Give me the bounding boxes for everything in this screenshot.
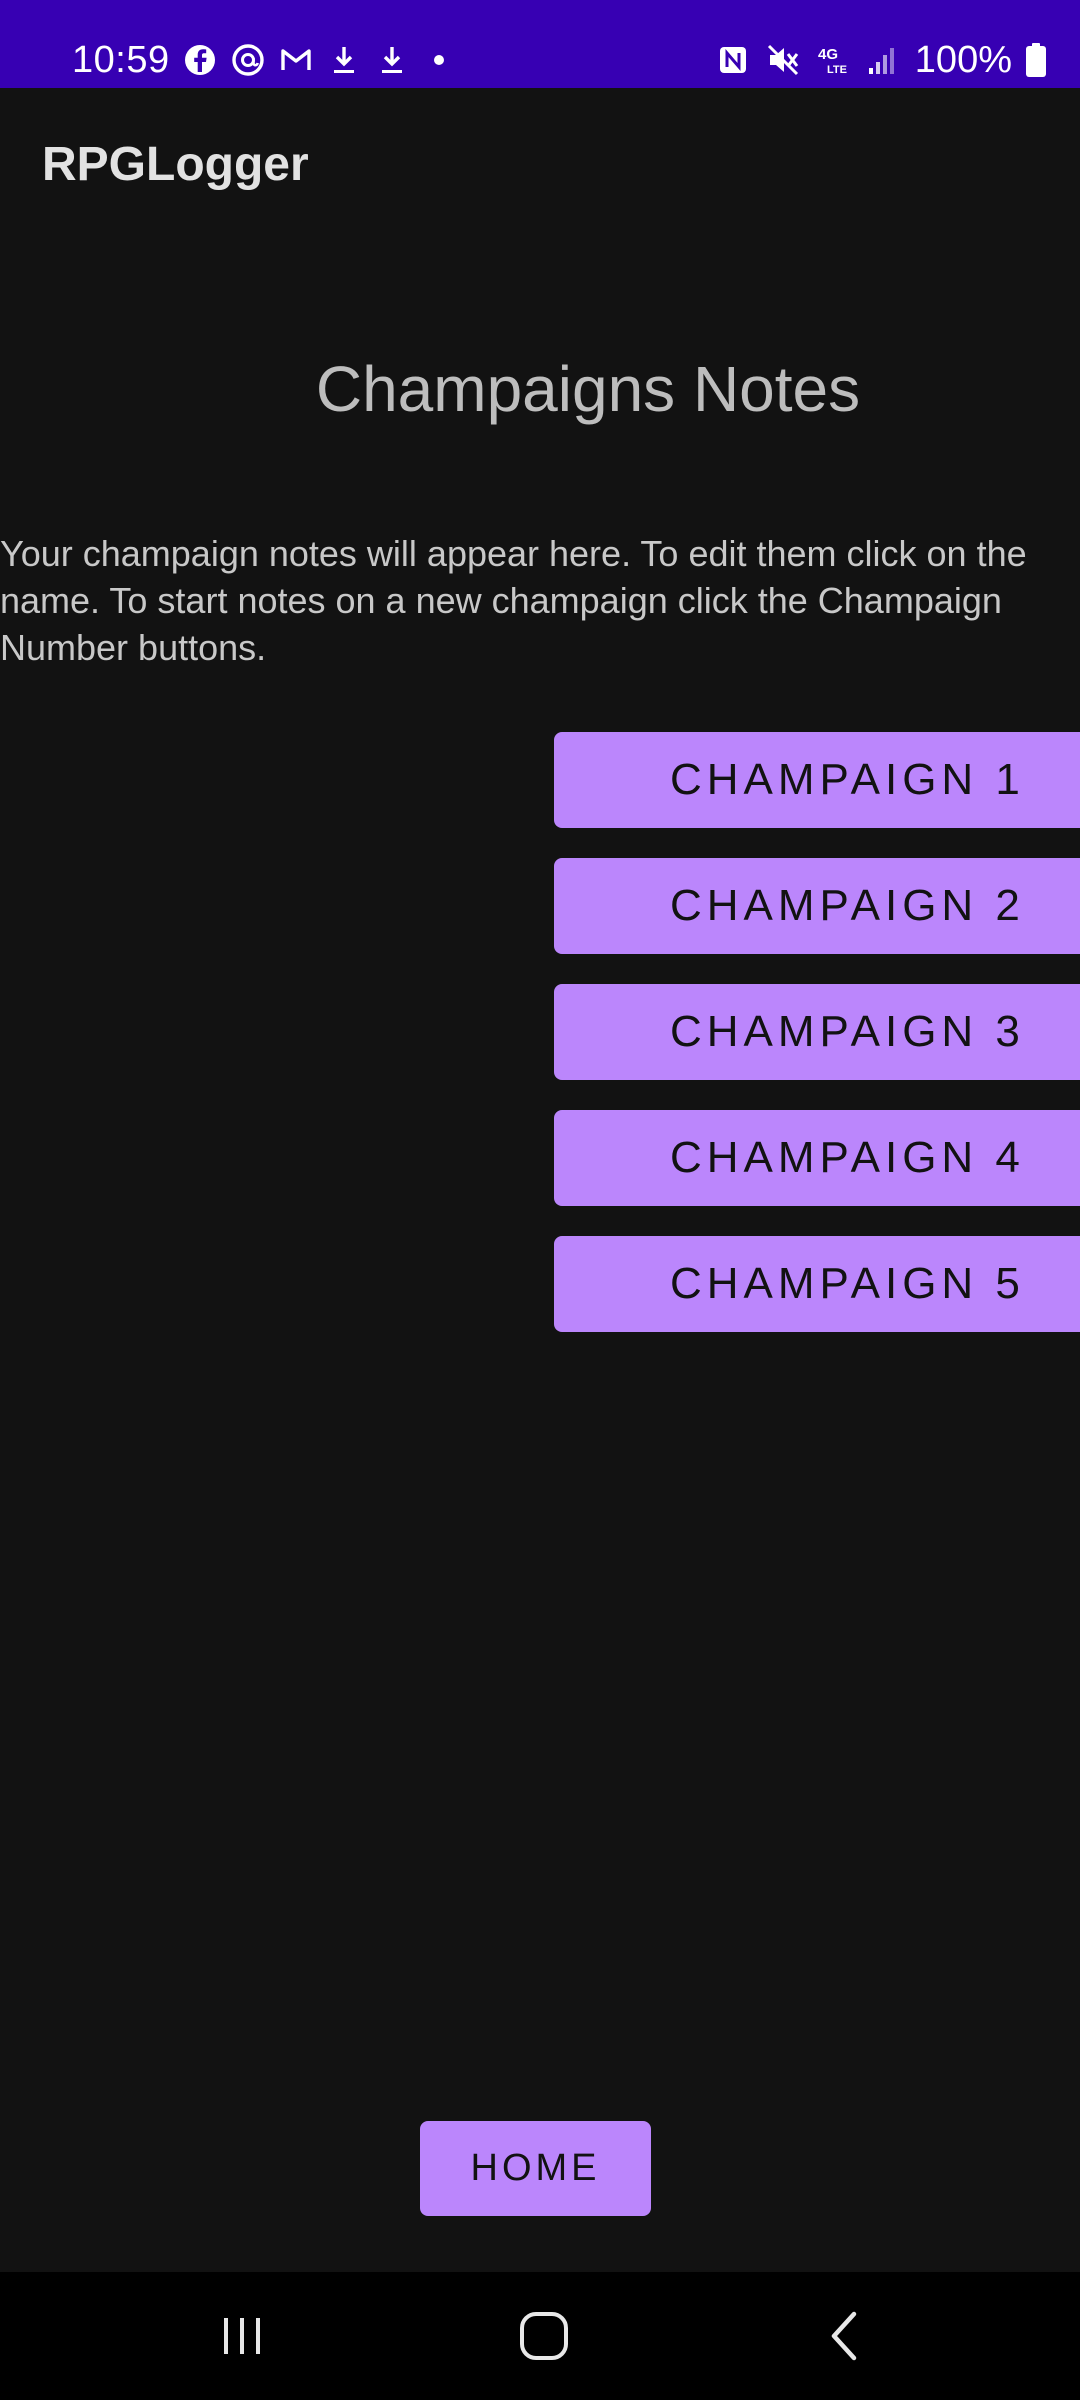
signal-icon xyxy=(868,48,894,74)
champaign-3-button[interactable]: CHAMPAIGN 3 xyxy=(554,984,1080,1080)
system-status-icons: 4G LTE 100% xyxy=(715,36,1046,84)
facebook-icon xyxy=(185,45,215,75)
more-notifications-dot-icon xyxy=(434,55,444,65)
champaign-5-button[interactable]: CHAMPAIGN 5 xyxy=(554,1236,1080,1332)
app-title: RPGLogger xyxy=(42,138,309,191)
recent-apps-icon xyxy=(224,2318,260,2354)
home-nav-button[interactable] xyxy=(484,2296,604,2376)
gmail-icon xyxy=(281,49,311,70)
home-button[interactable]: HOME xyxy=(420,2121,651,2216)
page-heading: Champaigns Notes xyxy=(315,353,861,425)
download-icon xyxy=(382,47,402,73)
notification-icons xyxy=(182,40,444,80)
system-navigation-bar xyxy=(0,2272,1080,2400)
nfc-icon xyxy=(719,47,746,73)
description-text: Your champaign notes will appear here. T… xyxy=(0,533,1027,668)
4g-lte-icon: 4G LTE xyxy=(818,46,847,76)
threads-icon xyxy=(232,44,264,76)
recent-apps-button[interactable] xyxy=(182,2296,302,2376)
back-nav-button[interactable] xyxy=(786,2296,906,2376)
mute-icon xyxy=(767,44,798,76)
home-icon xyxy=(520,2312,568,2360)
svg-text:4G: 4G xyxy=(818,46,838,63)
champaign-2-button[interactable]: CHAMPAIGN 2 xyxy=(554,858,1080,954)
status-bar: 10:59 4G LTE 100% xyxy=(0,0,1080,88)
download-icon xyxy=(334,47,354,73)
champaign-1-button[interactable]: CHAMPAIGN 1 xyxy=(554,732,1080,828)
battery-icon xyxy=(1026,43,1046,77)
back-icon xyxy=(831,2311,857,2361)
status-time: 10:59 xyxy=(72,39,170,81)
champaign-4-button[interactable]: CHAMPAIGN 4 xyxy=(554,1110,1080,1206)
battery-percentage: 100% xyxy=(914,39,1012,81)
svg-text:LTE: LTE xyxy=(827,64,847,76)
